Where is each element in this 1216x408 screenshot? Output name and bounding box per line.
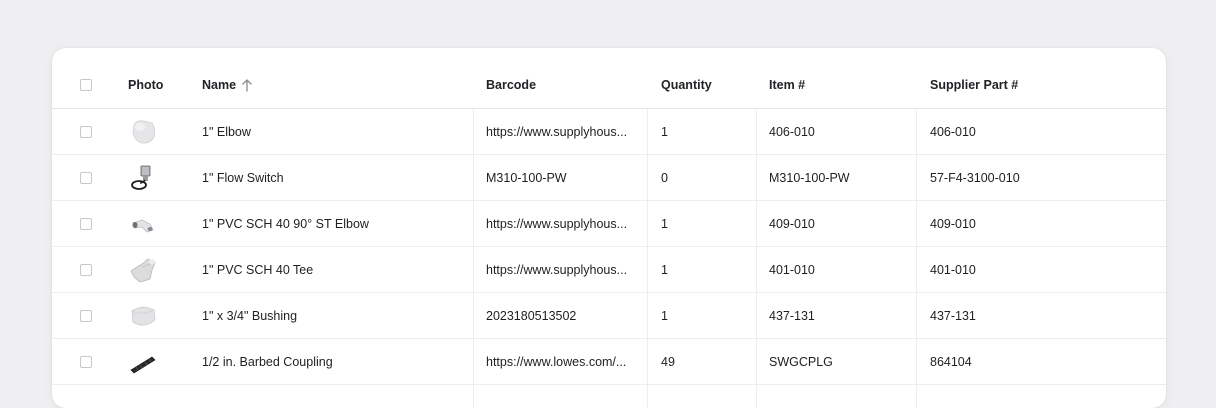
supplier-part-number: 401-010 (930, 262, 976, 277)
supplier-part-number: 437-131 (930, 308, 976, 323)
item-number: M310-100-PW (769, 170, 850, 185)
table-row[interactable]: 1" Elbow https://www.supplyhous... 1 406… (52, 109, 1166, 155)
photo-cell (128, 109, 158, 154)
row-select-cell (80, 293, 92, 338)
inventory-table-card: Photo Name Barcode Quantity Item # Suppl… (52, 48, 1166, 408)
item-barcode: 2023180513502 (486, 308, 577, 323)
column-header-barcode[interactable]: Barcode (486, 62, 536, 108)
table-row[interactable]: 1/2 in. Barbed Coupling https://www.lowe… (52, 339, 1166, 385)
select-all-cell (80, 62, 92, 108)
photo-cell (128, 247, 158, 292)
st-elbow-photo[interactable] (128, 209, 158, 239)
pvc-tee-photo[interactable] (128, 255, 158, 285)
bushing-photo[interactable] (128, 301, 158, 331)
row-checkbox[interactable] (80, 171, 92, 184)
barbed-coupling-photo[interactable] (128, 347, 158, 377)
row-select-cell (80, 201, 92, 246)
item-number: 409-010 (769, 216, 815, 231)
item-quantity: 49 (661, 354, 675, 369)
flow-switch-photo[interactable] (128, 163, 158, 193)
photo-cell (128, 339, 158, 384)
supplier-part-number: 406-010 (930, 124, 976, 139)
row-select-cell (80, 155, 92, 200)
item-barcode: https://www.lowes.com/... (486, 354, 627, 369)
row-checkbox[interactable] (80, 309, 92, 322)
photo-cell (128, 201, 158, 246)
row-checkbox[interactable] (80, 217, 92, 230)
item-number: 437-131 (769, 308, 815, 323)
item-quantity: 1 (661, 216, 668, 231)
item-name: 1" Flow Switch (202, 170, 284, 185)
item-name: 1" PVC SCH 40 90° ST Elbow (202, 216, 369, 231)
item-quantity: 1 (661, 124, 668, 139)
pvc-elbow-photo[interactable] (128, 117, 158, 147)
photo-cell (128, 155, 158, 200)
item-name: 1" Elbow (202, 124, 251, 139)
row-select-cell (80, 247, 92, 292)
item-number: 401-010 (769, 262, 815, 277)
row-checkbox[interactable] (80, 125, 92, 138)
supplier-part-number: 409-010 (930, 216, 976, 231)
item-number: 406-010 (769, 124, 815, 139)
column-header-name-label: Name (202, 78, 237, 92)
column-header-photo[interactable]: Photo (128, 62, 163, 108)
row-checkbox[interactable] (80, 355, 92, 368)
item-barcode: https://www.supplyhous... (486, 216, 628, 231)
table-row[interactable]: 1" Flow Switch M310-100-PW 0 M310-100-PW… (52, 155, 1166, 201)
item-name: 1" x 3/4" Bushing (202, 308, 298, 323)
column-header-quantity[interactable]: Quantity (661, 62, 712, 108)
column-header-supplier-part[interactable]: Supplier Part # (930, 62, 1018, 108)
arrow-up-icon[interactable] (242, 78, 252, 92)
table-row[interactable]: 1" x 3/4" Bushing 2023180513502 1 437-13… (52, 293, 1166, 339)
table-row[interactable]: 1" PVC SCH 40 90° ST Elbow https://www.s… (52, 201, 1166, 247)
row-checkbox[interactable] (80, 263, 92, 276)
item-quantity: 1 (661, 308, 668, 323)
supplier-part-number: 57-F4-3100-010 (930, 170, 1020, 185)
item-name: 1" PVC SCH 40 Tee (202, 262, 314, 277)
row-select-cell (80, 109, 92, 154)
select-all-checkbox[interactable] (80, 79, 92, 91)
item-barcode: https://www.supplyhous... (486, 124, 628, 139)
item-name: 1/2 in. Barbed Coupling (202, 354, 333, 369)
item-quantity: 1 (661, 262, 668, 277)
photo-cell (128, 293, 158, 338)
column-header-item-number[interactable]: Item # (769, 62, 805, 108)
supplier-part-number: 864104 (930, 354, 972, 369)
item-barcode: M310-100-PW (486, 170, 567, 185)
row-select-cell (80, 339, 92, 384)
item-barcode: https://www.supplyhous... (486, 262, 628, 277)
item-number: SWGCPLG (769, 354, 833, 369)
table-header: Photo Name Barcode Quantity Item # Suppl… (52, 62, 1166, 109)
table-row[interactable]: 1" PVC SCH 40 Tee https://www.supplyhous… (52, 247, 1166, 293)
column-header-name[interactable]: Name (202, 62, 252, 108)
item-quantity: 0 (661, 170, 668, 185)
